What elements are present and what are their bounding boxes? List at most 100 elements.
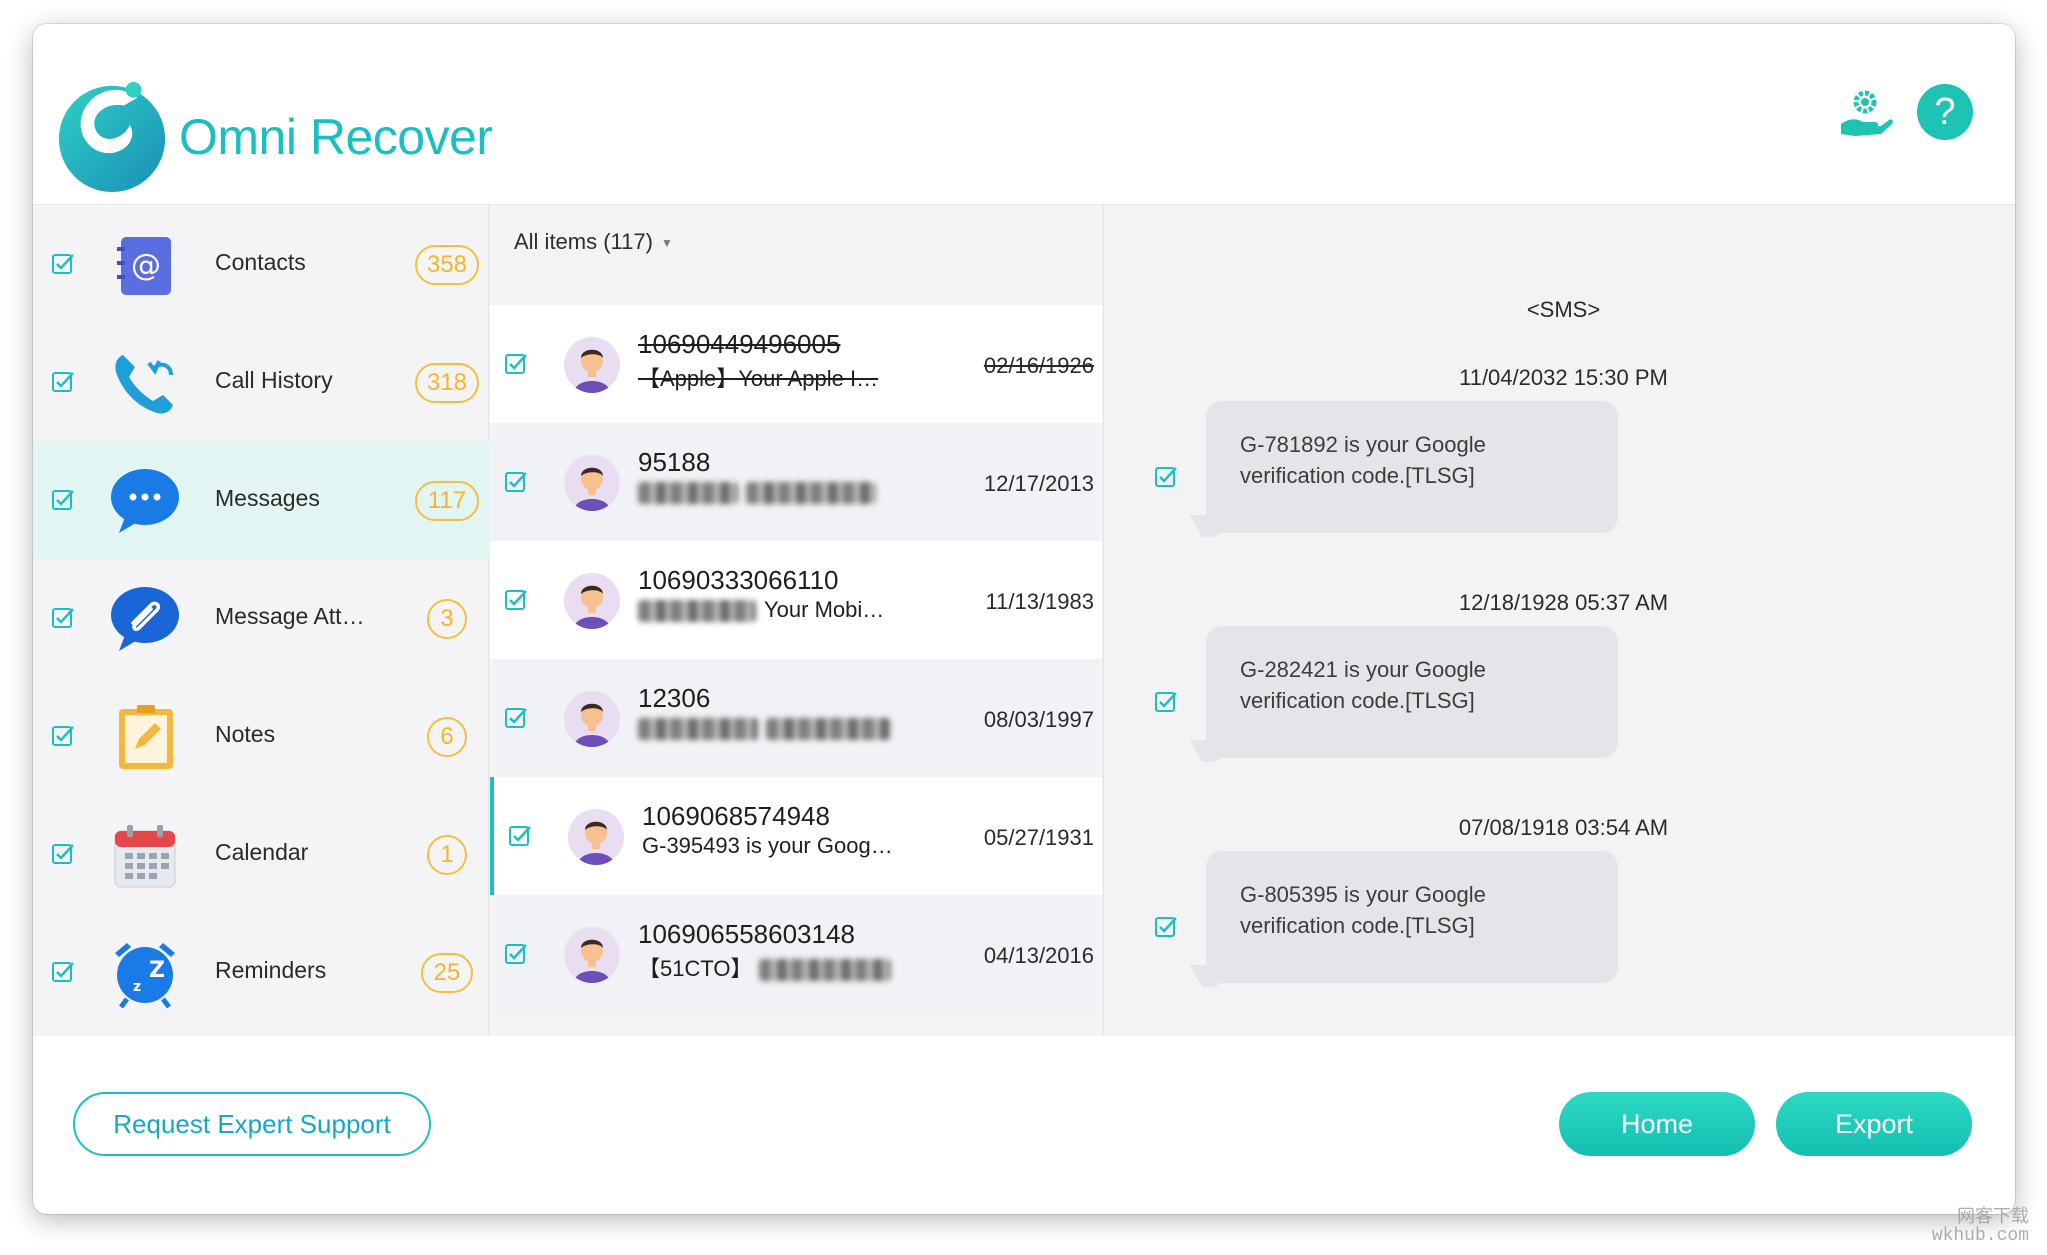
message-preview: Your Mobi… <box>638 597 884 623</box>
checkbox-checked-icon[interactable] <box>51 842 75 866</box>
sidebar-item-label: Messages <box>215 485 320 511</box>
sidebar-item-call-history[interactable]: Call History 318 <box>33 323 489 441</box>
item-count-badge: 358 <box>415 245 479 285</box>
svg-text:@: @ <box>131 248 161 283</box>
calendar-icon <box>114 825 176 888</box>
sidebar-item-message-attachments[interactable]: Message Att… 3 <box>33 559 489 677</box>
alarm-clock-icon: Z z <box>115 943 175 1009</box>
message-bubble: G-282421 is your Google verification cod… <box>1206 626 1618 758</box>
svg-text:z: z <box>133 979 141 995</box>
item-count-badge: 3 <box>427 599 467 639</box>
checkbox-checked-icon[interactable] <box>51 488 75 512</box>
checkbox-checked-icon[interactable] <box>504 706 528 730</box>
message-date: 11/13/1983 <box>985 589 1094 614</box>
filter-label: All items (117) <box>514 229 653 254</box>
help-icon[interactable]: ? <box>1917 84 1973 140</box>
redacted-text <box>746 482 876 505</box>
message-preview: G-395493 is your Goog… <box>642 833 893 858</box>
notepad-icon <box>119 705 173 769</box>
message-detail-panel: <SMS> 11/04/2032 15:30 PM G-781892 is yo… <box>1103 205 2015 1037</box>
main-area: @ Contacts 358 Call History 318 Messages… <box>33 204 2015 1037</box>
message-row[interactable]: 10690449496005 【Apple】Your Apple I… 02/1… <box>490 305 1102 423</box>
redacted-text <box>638 482 738 505</box>
checkbox-checked-icon[interactable] <box>1154 690 1178 714</box>
redacted-text <box>758 959 891 982</box>
checkbox-checked-icon[interactable] <box>508 824 532 848</box>
redacted-text <box>766 718 890 741</box>
checkbox-checked-icon[interactable] <box>51 960 75 984</box>
message-preview-text: Your Mobi… <box>764 597 885 622</box>
export-button[interactable]: Export <box>1776 1092 1972 1156</box>
checkbox-checked-icon[interactable] <box>51 724 75 748</box>
message-date: 04/13/2016 <box>983 943 1094 968</box>
category-sidebar: @ Contacts 358 Call History 318 Messages… <box>33 205 489 1037</box>
message-bubble: G-805395 is your Google verification cod… <box>1206 851 1618 983</box>
message-date: 12/17/2013 <box>983 471 1094 496</box>
contact-avatar-icon <box>564 573 620 629</box>
conversation-type-label: <SMS> <box>1526 297 1601 322</box>
message-sender: 10690333066110 <box>638 565 839 595</box>
sidebar-item-messages[interactable]: Messages 117 <box>33 441 489 559</box>
message-row[interactable]: 95188 12/17/2013 <box>490 423 1102 541</box>
checkbox-checked-icon[interactable] <box>51 252 75 276</box>
home-button[interactable]: Home <box>1559 1092 1755 1156</box>
message-sender: 106906558603148 <box>638 919 855 949</box>
message-row[interactable]: 106906558603148 【51CTO】 04/13/2016 <box>490 895 1102 1013</box>
message-preview-text: 【51CTO】 <box>638 956 753 981</box>
contacts-book-icon: @ <box>117 237 171 295</box>
request-expert-support-button[interactable]: Request Expert Support <box>73 1092 431 1156</box>
message-sender: 95188 <box>638 447 711 477</box>
technical-support-icon[interactable] <box>1835 84 1895 144</box>
checkbox-checked-icon[interactable] <box>1154 465 1178 489</box>
contact-avatar-icon <box>564 337 620 393</box>
filter-dropdown[interactable]: All items (117) ▼ <box>514 229 673 255</box>
checkbox-checked-icon[interactable] <box>504 942 528 966</box>
checkbox-checked-icon[interactable] <box>504 352 528 376</box>
watermark: 网客下载 wkhub.com <box>1932 1209 2029 1245</box>
contact-avatar-icon <box>564 455 620 511</box>
contact-avatar-icon <box>564 927 620 983</box>
chevron-down-icon: ▼ <box>660 236 673 251</box>
sidebar-item-label: Message Att… <box>215 603 365 629</box>
checkbox-checked-icon[interactable] <box>51 606 75 630</box>
sidebar-item-contacts[interactable]: @ Contacts 358 <box>33 205 489 323</box>
item-count-badge: 6 <box>427 717 467 757</box>
contact-avatar-icon <box>564 691 620 747</box>
message-preview <box>638 715 898 741</box>
sidebar-item-notes[interactable]: Notes 6 <box>33 677 489 795</box>
phone-icon <box>115 355 173 414</box>
app-window: Omni Recover ? @ Contacts 358 Call Histo… <box>33 24 2015 1214</box>
message-timestamp: 12/18/1928 05:37 AM <box>1458 590 1669 615</box>
checkbox-checked-icon[interactable] <box>504 588 528 612</box>
message-preview <box>638 479 884 505</box>
message-row[interactable]: 12306 08/03/1997 <box>490 659 1102 777</box>
redacted-text <box>638 600 756 623</box>
sidebar-item-label: Call History <box>215 367 333 393</box>
app-title: Omni Recover <box>179 109 493 165</box>
message-row-selected[interactable]: 1069068574948 G-395493 is your Goog… 05/… <box>490 777 1102 895</box>
checkbox-checked-icon[interactable] <box>51 370 75 394</box>
item-count-badge: 1 <box>427 835 467 875</box>
sidebar-item-label: Notes <box>215 721 276 747</box>
sidebar-item-label: Calendar <box>215 839 309 865</box>
message-date: 08/03/1997 <box>983 707 1094 732</box>
sidebar-item-label: Contacts <box>215 249 306 275</box>
checkbox-checked-icon[interactable] <box>504 470 528 494</box>
sidebar-item-reminders[interactable]: Z z Reminders 25 <box>33 913 489 1031</box>
item-count-badge: 25 <box>421 953 473 993</box>
message-list-panel: All items (117) ▼ 10690449496005 【Apple】Y… <box>490 205 1102 1037</box>
sidebar-item-label: Reminders <box>215 957 327 983</box>
app-header: Omni Recover ? <box>33 24 2015 204</box>
item-count-badge: 117 <box>415 481 479 521</box>
checkbox-checked-icon[interactable] <box>1154 915 1178 939</box>
message-date: 05/27/1931 <box>983 825 1094 850</box>
message-sender: 10690449496005 <box>638 329 841 359</box>
sidebar-item-calendar[interactable]: Calendar 1 <box>33 795 489 913</box>
paperclip-icon <box>111 587 179 651</box>
message-row[interactable]: 10690333066110 Your Mobi… 11/13/1983 <box>490 541 1102 659</box>
watermark-line: wkhub.com <box>1931 1226 2029 1246</box>
message-timestamp: 07/08/1918 03:54 AM <box>1458 815 1669 840</box>
message-sender: 12306 <box>638 683 711 713</box>
item-count-badge: 318 <box>415 363 479 403</box>
footer-bar: Request Expert Support Home Export <box>33 1036 2015 1214</box>
